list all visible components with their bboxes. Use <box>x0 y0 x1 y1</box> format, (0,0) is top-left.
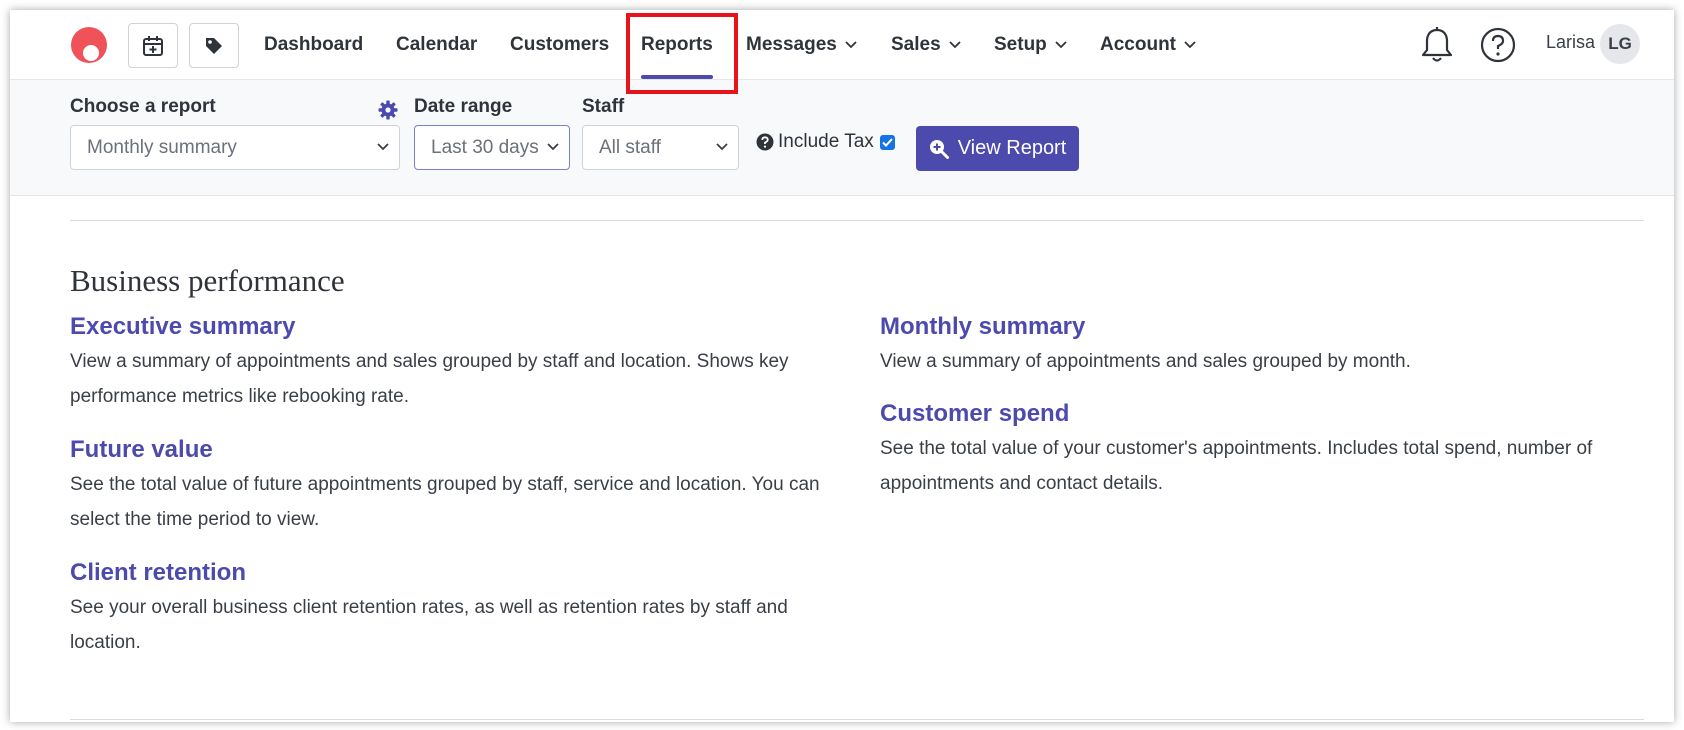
chevron-down-icon <box>377 143 389 151</box>
new-sale-button[interactable] <box>189 23 239 68</box>
report-description: See the total value of future appointmen… <box>70 474 820 530</box>
include-tax-label: Include Tax <box>778 131 874 152</box>
include-tax-checkbox[interactable] <box>879 134 895 150</box>
avatar[interactable]: LG <box>1600 24 1640 64</box>
report-description: View a summary of appointments and sales… <box>70 351 789 407</box>
choose-report-label: Choose a report <box>70 96 216 117</box>
help-question-icon[interactable] <box>1480 27 1516 63</box>
divider <box>70 220 1644 221</box>
chevron-down-icon <box>949 41 961 49</box>
staff-label: Staff <box>582 96 625 117</box>
view-report-label: View Report <box>957 137 1067 159</box>
chevron-down-icon <box>547 143 559 151</box>
nav-customers-label: Customers <box>510 34 610 55</box>
checkmark-icon <box>882 137 893 147</box>
reports-highlight-box <box>626 13 738 94</box>
report-description: View a summary of appointments and sales… <box>880 351 1411 372</box>
notifications-bell-icon[interactable] <box>1420 26 1454 64</box>
nav-account[interactable]: Account <box>1100 10 1196 80</box>
nav-calendar[interactable]: Calendar <box>396 10 477 80</box>
nav-dashboard-label: Dashboard <box>264 34 364 55</box>
divider <box>70 719 1644 720</box>
report-link[interactable]: Executive summary <box>70 312 830 342</box>
date-range-label: Date range <box>414 96 513 117</box>
report-item-future-value: Future value See the total value of futu… <box>70 435 830 537</box>
info-question-icon[interactable] <box>756 133 774 151</box>
avatar-initials: LG <box>1608 34 1632 53</box>
chevron-down-icon <box>1055 41 1067 49</box>
nav-sales[interactable]: Sales <box>891 10 961 80</box>
tag-icon <box>206 37 222 54</box>
nav-dashboard[interactable]: Dashboard <box>264 10 363 80</box>
view-report-button[interactable]: View Report <box>916 126 1079 171</box>
nav-customers[interactable]: Customers <box>510 10 609 80</box>
include-tax-control: Include Tax <box>756 131 895 153</box>
report-item-client-retention: Client retention See your overall busine… <box>70 558 830 660</box>
nav-sales-label: Sales <box>891 34 941 55</box>
nav-messages-label: Messages <box>746 34 837 55</box>
app-window: Dashboard Calendar Customers Reports Mes… <box>10 10 1674 722</box>
chevron-down-icon <box>845 41 857 49</box>
nav-setup[interactable]: Setup <box>994 10 1067 80</box>
report-item-monthly-summary: Monthly summary View a summary of appoin… <box>880 312 1640 379</box>
new-appointment-button[interactable] <box>128 23 178 68</box>
calendar-plus-icon <box>143 35 163 56</box>
report-select-value: Monthly summary <box>87 136 237 158</box>
top-navigation: Dashboard Calendar Customers Reports Mes… <box>10 10 1674 80</box>
user-name[interactable]: Larisa <box>1546 32 1595 53</box>
report-filter-bar: Choose a report Monthly summary Date ran… <box>10 80 1674 196</box>
staff-select[interactable]: All staff <box>582 125 739 170</box>
report-item-executive-summary: Executive summary View a summary of appo… <box>70 312 830 414</box>
report-link[interactable]: Client retention <box>70 558 830 588</box>
report-description: See the total value of your customer's a… <box>880 438 1593 494</box>
nav-account-label: Account <box>1100 34 1176 55</box>
zoom-in-icon <box>929 139 949 159</box>
nav-messages[interactable]: Messages <box>746 10 857 80</box>
report-description: See your overall business client retenti… <box>70 597 788 653</box>
brand-logo-icon[interactable] <box>70 26 108 64</box>
gear-icon[interactable] <box>378 100 398 120</box>
date-range-select[interactable]: Last 30 days <box>414 125 570 170</box>
staff-select-value: All staff <box>599 136 661 158</box>
report-select[interactable]: Monthly summary <box>70 125 400 170</box>
chevron-down-icon <box>1184 41 1196 49</box>
nav-setup-label: Setup <box>994 34 1047 55</box>
chevron-down-icon <box>716 143 728 151</box>
report-item-customer-spend: Customer spend See the total value of yo… <box>880 399 1640 501</box>
section-title: Business performance <box>70 263 345 298</box>
report-link[interactable]: Future value <box>70 435 830 465</box>
report-link[interactable]: Monthly summary <box>880 312 1640 342</box>
nav-calendar-label: Calendar <box>396 34 478 55</box>
date-range-select-value: Last 30 days <box>431 136 539 158</box>
report-link[interactable]: Customer spend <box>880 399 1640 429</box>
